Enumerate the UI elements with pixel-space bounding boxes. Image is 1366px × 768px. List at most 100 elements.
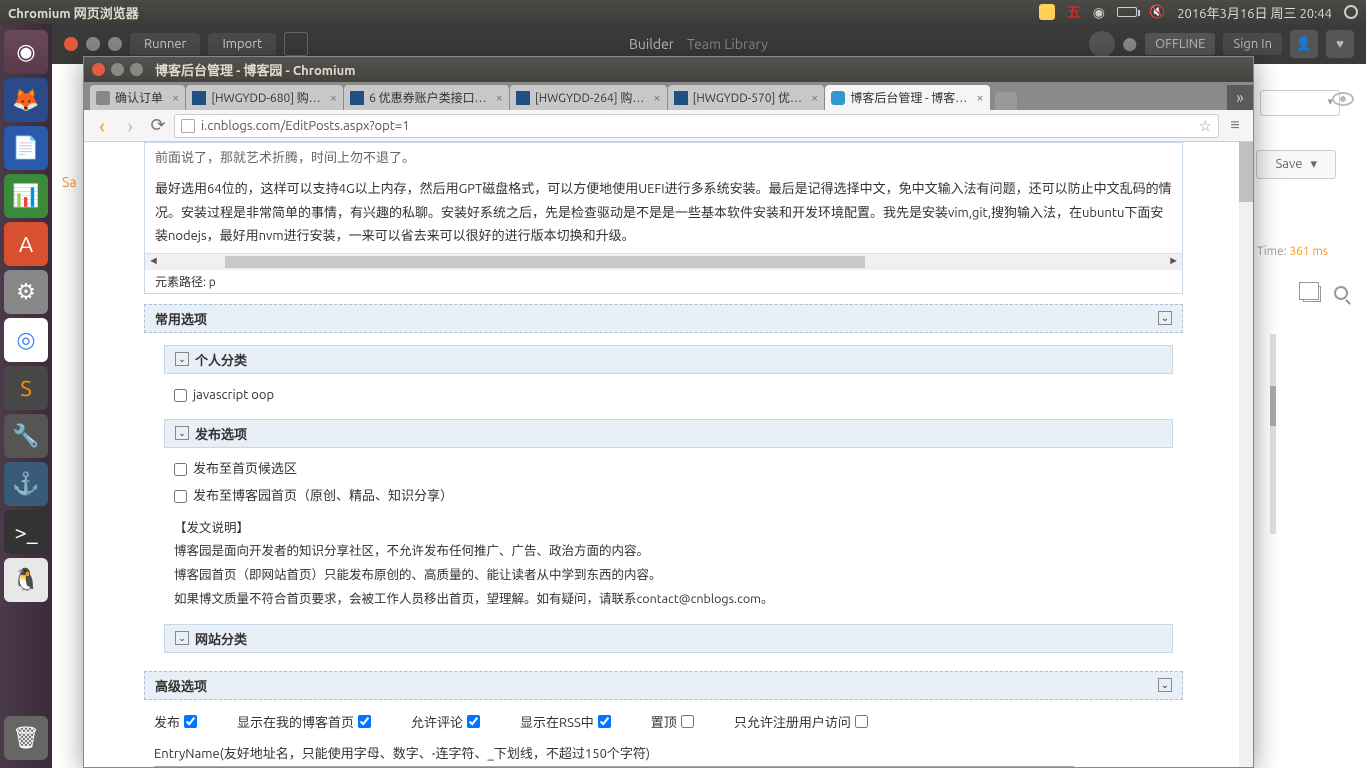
terminal-icon[interactable]: >_ [4, 510, 48, 554]
checkbox-publish[interactable]: 发布 [154, 712, 197, 731]
checkbox-allow-comment[interactable]: 允许评论 [411, 712, 480, 731]
back-button[interactable]: ‹ [90, 114, 114, 138]
bg-minimize-button[interactable] [86, 37, 100, 51]
note-title: 【发文说明】 [174, 517, 1173, 541]
favicon-confluence-icon [350, 91, 364, 105]
reload-button[interactable]: ⟳ [146, 114, 170, 138]
browser-tab[interactable]: [HWGYDD-264] 购…× [510, 85, 667, 110]
bg-signin-button[interactable]: Sign In [1223, 33, 1282, 55]
chrome-menu-button[interactable]: ≡ [1223, 116, 1247, 135]
editor-textarea[interactable]: 前面说了，那就艺术折腾，时间上勿不退了。 最好选用64位的，这样可以支持4G以上… [145, 143, 1182, 254]
volume-icon[interactable]: 🔇 [1149, 5, 1165, 20]
window-close-button[interactable] [92, 63, 105, 76]
tab-overflow-button[interactable]: » [1227, 85, 1253, 110]
checkbox-only-registered[interactable]: 只允许注册用户访问 [734, 712, 868, 731]
tab-close-icon[interactable]: × [492, 91, 503, 105]
editor-h-scrollbar[interactable]: ◄► [145, 254, 1182, 270]
entryname-input[interactable] [154, 766, 1074, 767]
bg-search-icon[interactable] [1334, 286, 1348, 300]
section-advanced-options[interactable]: 高级选项 ⌄ [144, 671, 1183, 700]
bg-dropdown[interactable] [1260, 90, 1340, 116]
tab-close-icon[interactable]: × [972, 91, 983, 105]
bg-heart-icon[interactable]: ♥ [1326, 30, 1354, 58]
new-tab-button[interactable] [995, 92, 1017, 110]
collapse-icon[interactable]: ⌄ [1158, 678, 1172, 692]
tab-close-icon[interactable]: × [168, 91, 179, 105]
bg-maximize-button[interactable] [108, 37, 122, 51]
toggle-icon[interactable]: ⌄ [175, 352, 189, 366]
bg-tab-runner[interactable]: Runner [130, 33, 200, 55]
bg-offline-badge: OFFLINE [1145, 33, 1215, 55]
toggle-icon[interactable]: ⌄ [175, 426, 189, 440]
window-title: 博客后台管理 - 博客园 - Chromium [155, 60, 355, 79]
section-common-options[interactable]: 常用选项 ⌄ [144, 304, 1183, 333]
bg-copy-icon[interactable] [1303, 286, 1321, 302]
browser-tab[interactable]: [HWGYDD-680] 购…× [186, 85, 343, 110]
window-maximize-button[interactable] [130, 63, 143, 76]
note-line: 博客园是面向开发者的知识分享社区，不允许发布任何推广、广告、政治方面的内容。 [174, 540, 1173, 564]
tab-close-icon[interactable]: × [807, 91, 818, 105]
checkbox-show-rss[interactable]: 显示在RSS中 [520, 712, 611, 731]
subsection-site-category[interactable]: ⌄ 网站分类 [164, 624, 1173, 653]
tab-close-icon[interactable]: × [326, 91, 337, 105]
bg-center-label: Builder Team Library [316, 36, 1080, 52]
battery-icon[interactable] [1117, 7, 1137, 17]
trash-icon[interactable]: 🗑 [4, 716, 48, 760]
page-scrollbar-thumb[interactable] [1239, 142, 1253, 202]
bg-person-icon[interactable]: 👤 [1290, 30, 1318, 58]
editor-line: 最好选用64位的，这样可以支持4G以上内存，然后用GPT磁盘格式，可以方便地使用… [155, 178, 1172, 248]
writer-icon[interactable]: 📄 [4, 126, 48, 170]
checkbox-js-oop[interactable]: javascript oop [174, 384, 1173, 407]
tray-input-method-icon[interactable]: 五 [1067, 2, 1081, 22]
chromium-icon[interactable]: ◎ [4, 318, 48, 362]
tools-icon[interactable]: 🔧 [4, 414, 48, 458]
advanced-options-row: 发布 显示在我的博客首页 允许评论 显示在RSS中 置顶 只允许注册用户访问 [154, 712, 1183, 731]
note-line: 如果博文质量不符合首页要求，会被工作人员移出首页，望理解。如有疑问，请联系con… [174, 588, 1173, 612]
qq-icon[interactable]: 🐧 [4, 558, 48, 602]
checkbox-pin[interactable]: 置顶 [651, 712, 694, 731]
page-favicon-icon [181, 119, 195, 133]
subsection-publish-options[interactable]: ⌄ 发布选项 [164, 419, 1173, 448]
tab-close-icon[interactable]: × [649, 91, 660, 105]
browser-toolbar: ‹ › ⟳ i.cnblogs.com/EditPosts.aspx?opt=1… [84, 110, 1253, 142]
subsection-personal-category[interactable]: ⌄ 个人分类 [164, 345, 1173, 374]
browser-tab[interactable]: 6 优惠券账户类接口…× [344, 85, 509, 110]
tray-penguin-icon[interactable] [1039, 4, 1055, 20]
firefox-icon[interactable]: 🦊 [4, 78, 48, 122]
browser-tab[interactable]: [HWGYDD-570] 优…× [668, 85, 825, 110]
wifi-icon[interactable]: ◉ [1093, 4, 1105, 21]
browser-tab[interactable]: 确认订单× [90, 85, 185, 110]
editor-box: 前面说了，那就艺术折腾，时间上勿不退了。 最好选用64位的，这样可以支持4G以上… [144, 142, 1183, 294]
bg-eye-icon[interactable] [1332, 92, 1354, 106]
entryname-label: EntryName(友好地址名，只能使用字母、数字、-连字符、_下划线，不超过1… [154, 747, 650, 761]
bookmark-star-icon[interactable]: ☆ [1199, 117, 1212, 135]
checkbox-publish-cnblogs-home[interactable]: 发布至博客园首页（原创、精品、知识分享） [174, 485, 1173, 508]
bg-time-label: Time: 361 ms [1257, 245, 1328, 258]
browser-tab-active[interactable]: 博客后台管理 - 博客…× [825, 85, 989, 110]
window-minimize-button[interactable] [111, 63, 124, 76]
toggle-icon[interactable]: ⌄ [175, 631, 189, 645]
calc-icon[interactable]: 📊 [4, 174, 48, 218]
dash-icon[interactable]: ◉ [4, 30, 48, 74]
bg-close-button[interactable] [64, 37, 78, 51]
bg-add-icon[interactable] [284, 32, 308, 56]
bg-sync-icon[interactable] [1089, 31, 1115, 57]
favicon-jira-icon [192, 91, 206, 105]
software-center-icon[interactable]: A [4, 222, 48, 266]
anchor-icon[interactable]: ⚓ [4, 462, 48, 506]
address-bar[interactable]: i.cnblogs.com/EditPosts.aspx?opt=1 ☆ [174, 114, 1219, 138]
system-tray: 五 ◉ 🔇 2016年3月16日 周三 20:44 [1039, 2, 1358, 22]
forward-button[interactable]: › [118, 114, 142, 138]
sublime-icon[interactable]: S [4, 366, 48, 410]
settings-gear-icon[interactable] [1344, 5, 1358, 19]
system-top-bar: Chromium 网页浏览器 五 ◉ 🔇 2016年3月16日 周三 20:44 [0, 0, 1366, 24]
settings-icon[interactable]: ⚙ [4, 270, 48, 314]
checkbox-publish-home-candidate[interactable]: 发布至首页候选区 [174, 458, 1173, 481]
checkbox-show-myblog[interactable]: 显示在我的博客首页 [237, 712, 371, 731]
collapse-icon[interactable]: ⌄ [1158, 311, 1172, 325]
page-scrollbar-track [1239, 142, 1253, 767]
bg-tab-import[interactable]: Import [208, 33, 276, 55]
bg-scrollbar-thumb[interactable] [1270, 386, 1276, 426]
bg-save-button[interactable]: Save [1256, 150, 1336, 179]
clock[interactable]: 2016年3月16日 周三 20:44 [1177, 3, 1332, 22]
